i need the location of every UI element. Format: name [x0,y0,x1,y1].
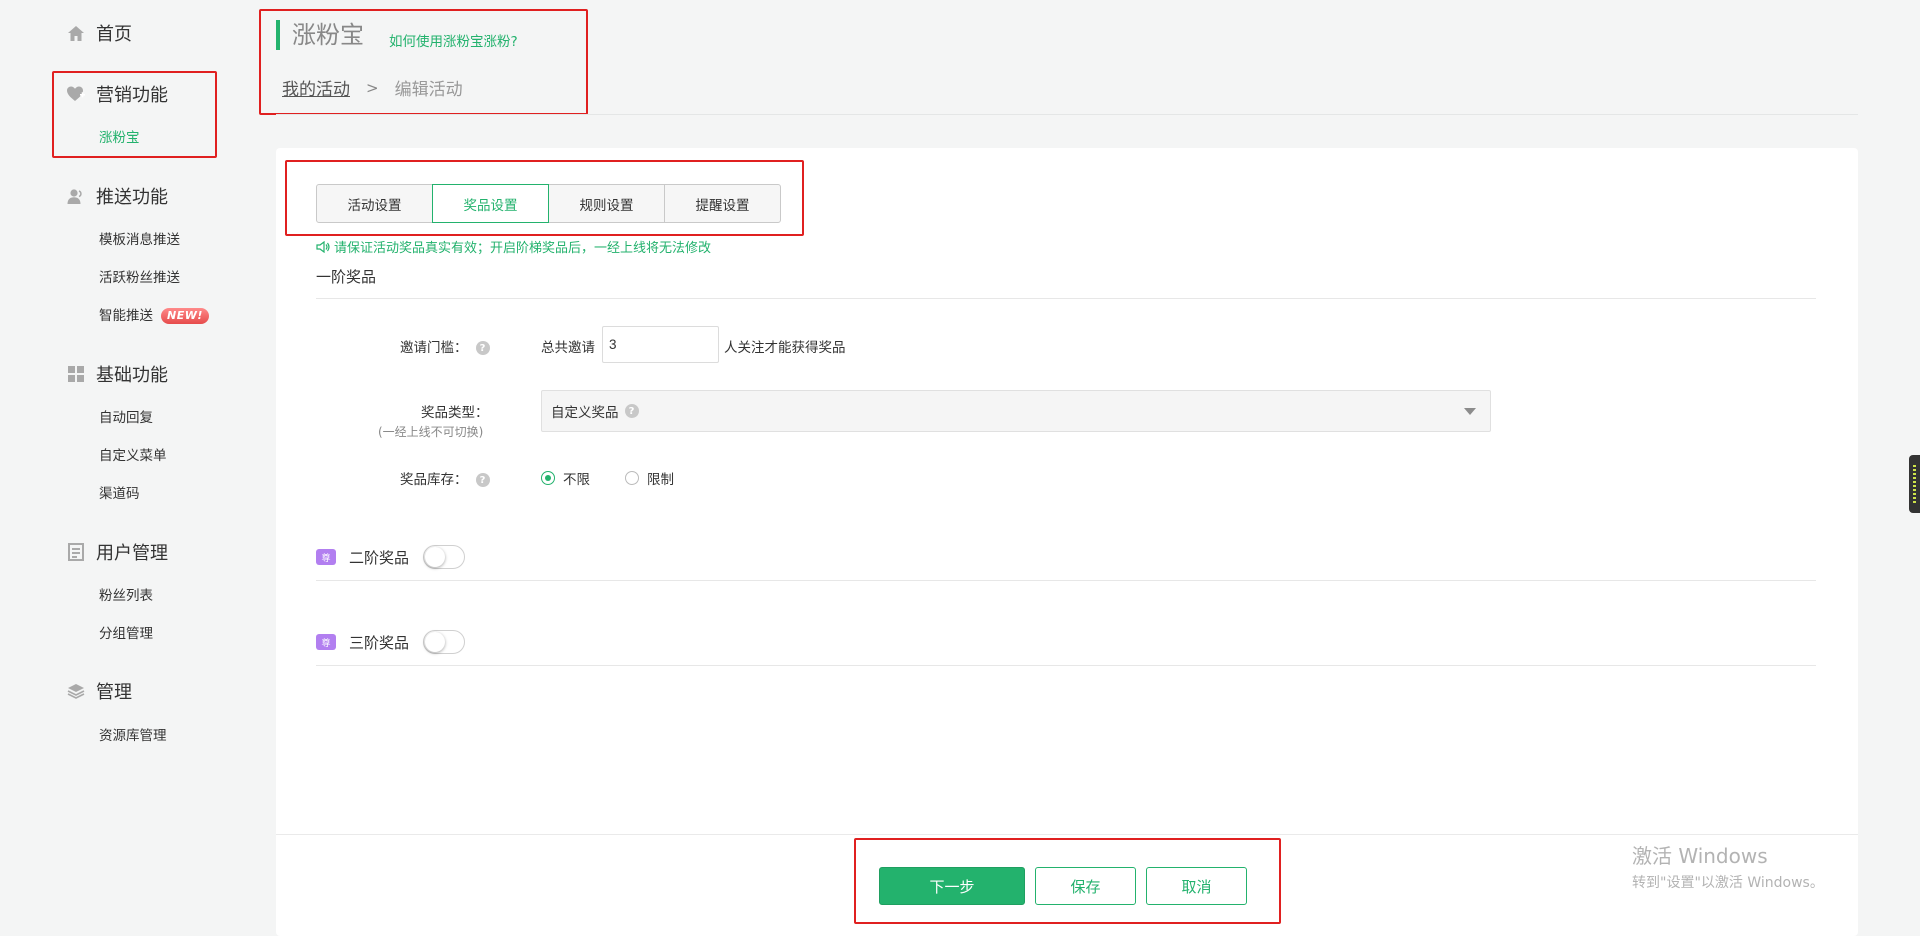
nav-item-template-push[interactable]: 模板消息推送 [99,228,180,248]
watermark-line1: 激活 Windows [1632,844,1768,868]
nav-home-label: 首页 [96,24,132,45]
nav-item-zhangfenbao[interactable]: 涨粉宝 [99,126,140,146]
chevron-down-icon [1464,408,1476,415]
document-icon [66,542,86,562]
tier2-row: 尊 二阶奖品 [316,545,466,569]
layers-icon [66,681,86,701]
invite-prefix: 总共邀请 [541,340,595,356]
nav-users-label: 用户管理 [96,543,168,564]
invite-count-input[interactable] [602,326,719,363]
vip-badge-icon: 尊 [316,549,336,565]
tier2-label: 二阶奖品 [349,548,410,567]
nav-item-fans-list[interactable]: 粉丝列表 [99,584,153,604]
invite-suffix: 人关注才能获得奖品 [724,340,846,356]
nav-item-channel-code[interactable]: 渠道码 [99,482,140,502]
nav-item-auto-reply[interactable]: 自动回复 [99,406,153,426]
watermark-line2: 转到"设置"以激活 Windows。 [1632,875,1824,891]
nav-item-smart-push-label: 智能推送 [99,308,153,324]
help-icon[interactable]: ? [475,341,490,355]
help-icon[interactable]: ? [475,473,490,487]
help-link[interactable]: 如何使用涨粉宝涨粉? [389,30,518,50]
tab-reminder-settings[interactable]: 提醒设置 [664,184,781,223]
radio-unchecked-icon [625,471,639,485]
tab-bar: 活动设置 奖品设置 规则设置 提醒设置 [316,184,781,223]
nav-push-label: 推送功能 [96,187,168,208]
notice: 请保证活动奖品真实有效；开启阶梯奖品后，一经上线将无法修改 [316,237,711,256]
nav-item-group-manage[interactable]: 分组管理 [99,622,153,642]
stock-limited-radio[interactable]: 限制 [625,468,674,488]
user-icon [66,186,86,206]
footer-divider [276,834,1858,835]
nav-marketing-label: 营销功能 [96,85,168,106]
save-button[interactable]: 保存 [1035,867,1136,905]
prize-stock-label: 奖品库存：? [400,468,490,488]
prize-type-select[interactable]: 自定义奖品? [541,390,1491,432]
nav-users[interactable]: 用户管理 [66,538,168,566]
windows-activation-watermark: 激活 Windows 转到"设置"以激活 Windows。 [1632,840,1824,892]
tier1-divider [316,298,1816,299]
invite-threshold-label: 邀请门槛：? [400,336,490,356]
prize-stock-label-text: 奖品库存： [400,472,468,488]
header-divider [276,114,1858,115]
nav-item-active-fans-push[interactable]: 活跃粉丝推送 [99,266,180,286]
grid-icon [66,364,86,384]
tab-prize-settings[interactable]: 奖品设置 [432,184,549,223]
prize-type-label: 奖品类型： [421,405,489,421]
main-panel [276,148,1858,936]
nav-manage[interactable]: 管理 [66,677,132,705]
help-icon[interactable]: ? [624,404,639,418]
nav-basic[interactable]: 基础功能 [66,360,168,388]
breadcrumb-my-activities[interactable]: 我的活动 [282,75,350,100]
nav-home[interactable]: 首页 [66,19,132,47]
next-step-button[interactable]: 下一步 [879,867,1025,905]
speaker-icon [316,240,330,253]
invite-threshold-label-text: 邀请门槛： [400,340,468,356]
tier2-divider [316,580,1816,581]
radio-checked-icon [541,471,555,485]
breadcrumb: 我的活动 > 编辑活动 [282,75,463,101]
nav-item-resource-library[interactable]: 资源库管理 [99,724,167,744]
nav-item-smart-push[interactable]: 智能推送 NEW! [99,304,209,324]
prize-type-note: (一经上线不可切换) [378,425,484,439]
new-badge: NEW! [161,308,209,324]
nav-marketing[interactable]: 营销功能 [66,80,168,108]
cancel-button[interactable]: 取消 [1146,867,1247,905]
stock-unlimited-label: 不限 [563,472,590,488]
nav-basic-label: 基础功能 [96,365,168,386]
stock-unlimited-radio[interactable]: 不限 [541,468,590,488]
nav-item-custom-menu[interactable]: 自定义菜单 [99,444,167,464]
page-title: 涨粉宝 [276,20,364,50]
breadcrumb-current: 编辑活动 [394,80,463,100]
vip-badge-icon: 尊 [316,634,336,650]
breadcrumb-separator: > [366,78,379,97]
tier2-toggle[interactable] [423,545,466,569]
tier3-row: 尊 三阶奖品 [316,630,466,654]
stock-limited-label: 限制 [647,472,674,488]
prize-type-value: 自定义奖品 [551,405,619,421]
tab-rule-settings[interactable]: 规则设置 [548,184,665,223]
side-drawer-handle[interactable] [1909,455,1920,513]
sidebar: 首页 营销功能 涨粉宝 推送功能 模板消息推送 活跃粉丝推送 智能推送 NEW! … [0,0,260,936]
heart-plus-icon [66,84,86,104]
nav-manage-label: 管理 [96,682,132,703]
notice-text: 请保证活动奖品真实有效；开启阶梯奖品后，一经上线将无法修改 [334,241,712,256]
tier3-toggle[interactable] [423,630,466,654]
home-icon [66,23,86,43]
tier1-title: 一阶奖品 [316,268,377,286]
tab-activity-settings[interactable]: 活动设置 [316,184,433,223]
tier3-label: 三阶奖品 [349,633,410,652]
nav-push[interactable]: 推送功能 [66,182,168,210]
tier3-divider [316,665,1816,666]
